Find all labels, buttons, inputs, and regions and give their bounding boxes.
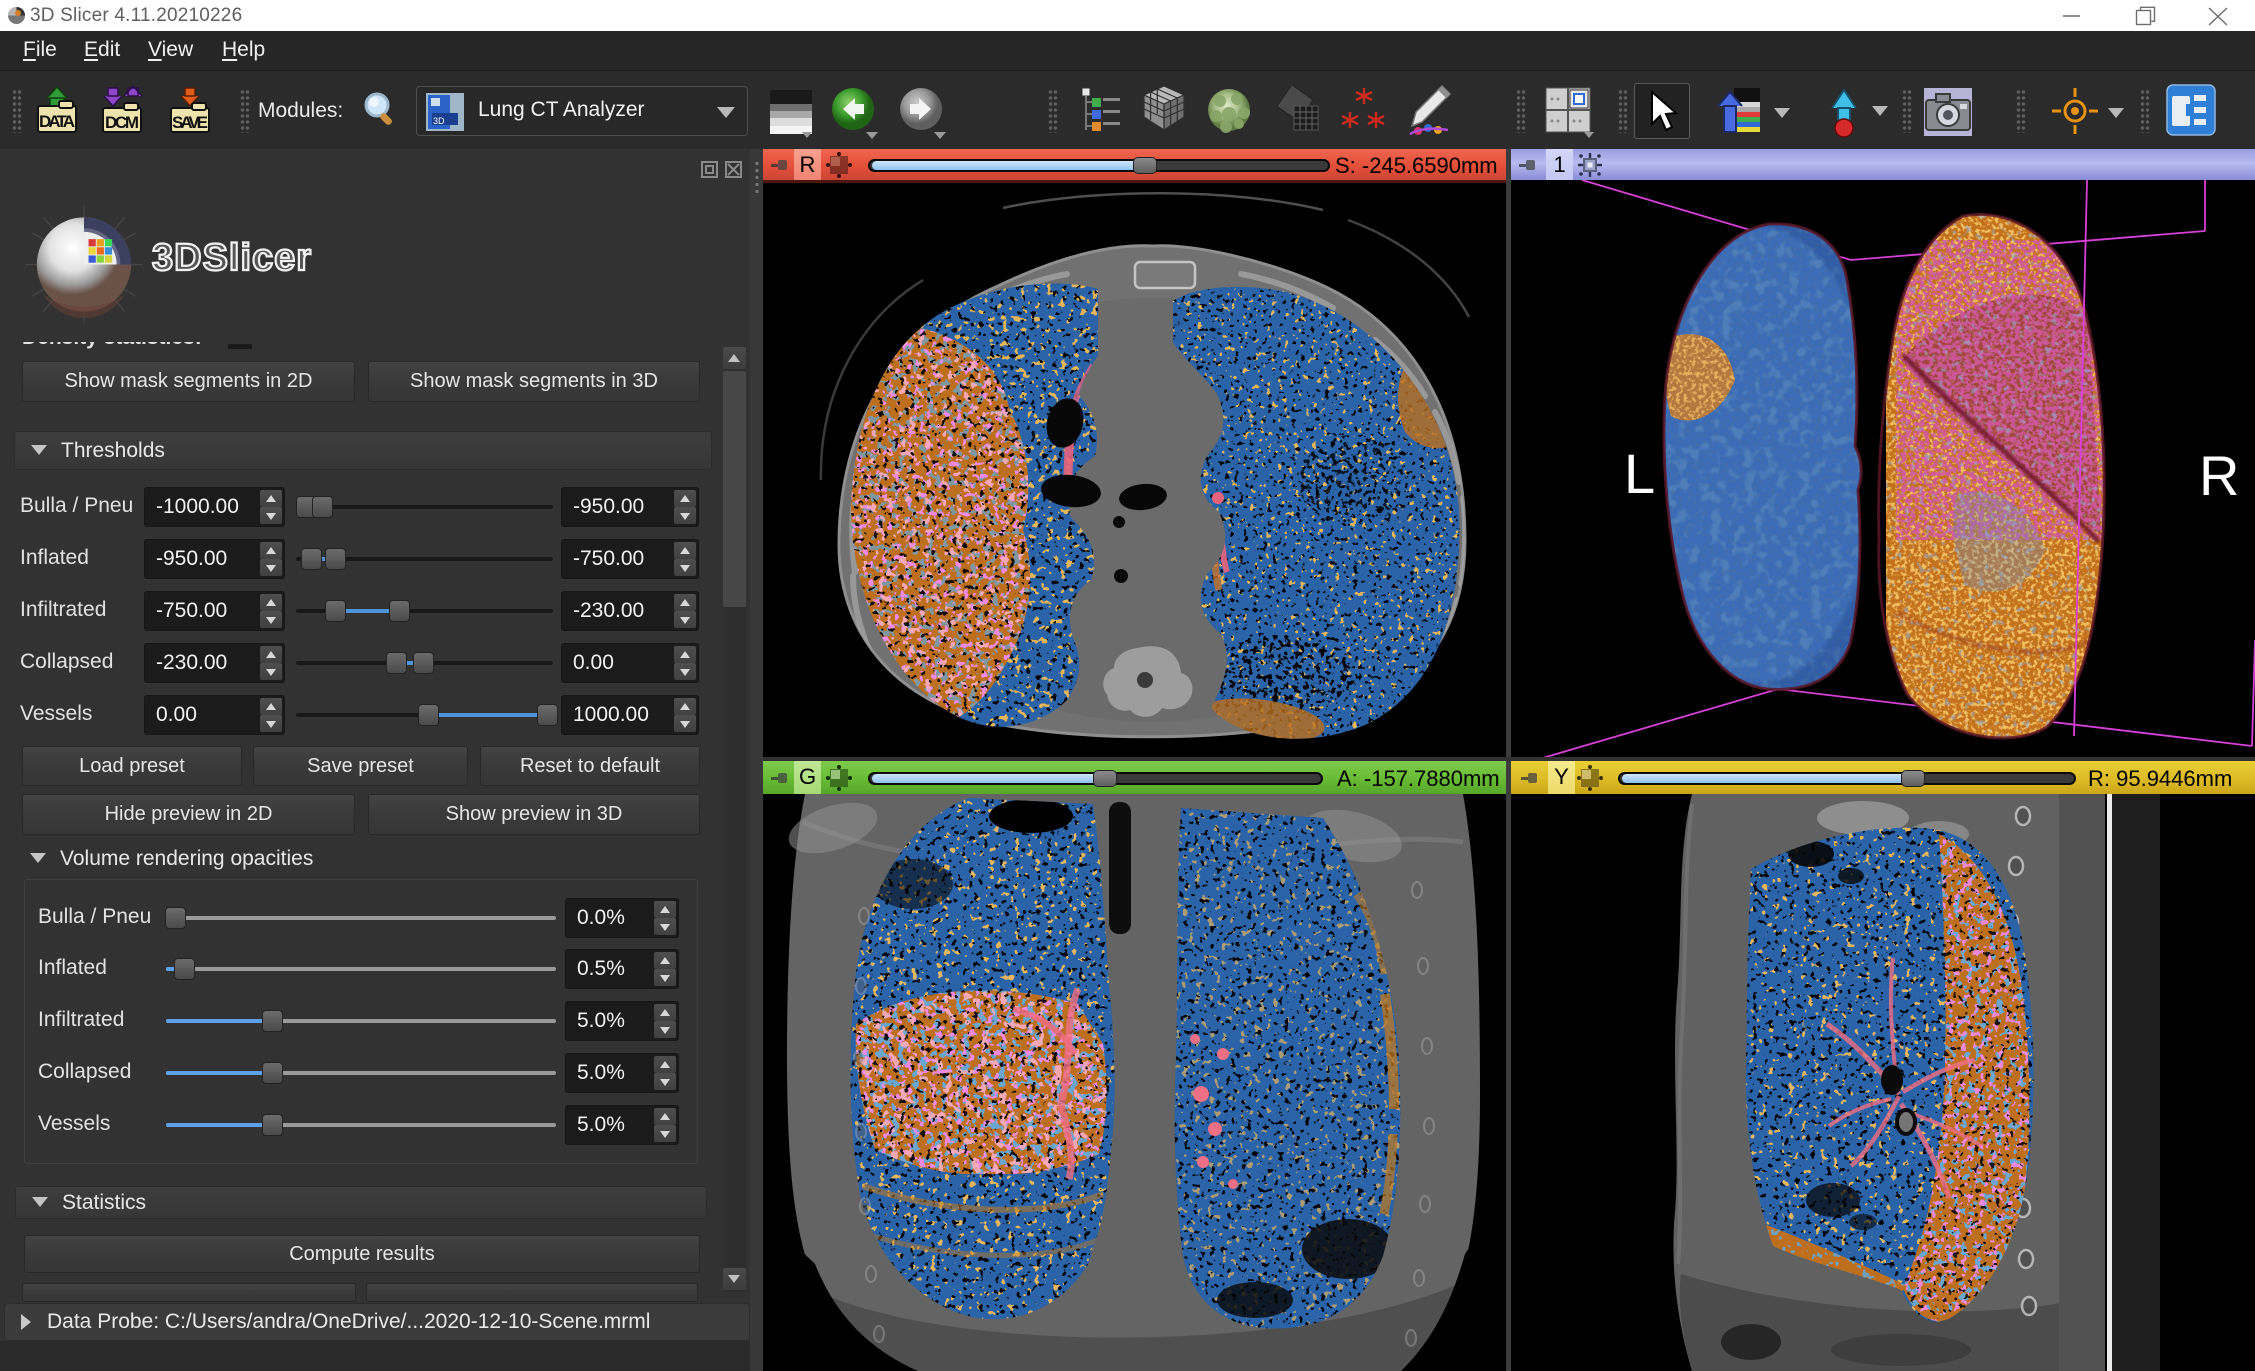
svg-text:3D: 3D <box>433 116 445 126</box>
svg-text:L: L <box>1624 442 1655 505</box>
svg-text:R: R <box>2199 444 2239 507</box>
svg-text:DCM: DCM <box>105 113 139 132</box>
svg-text:DATA: DATA <box>39 112 75 131</box>
svg-text:SAVE: SAVE <box>172 113 208 132</box>
